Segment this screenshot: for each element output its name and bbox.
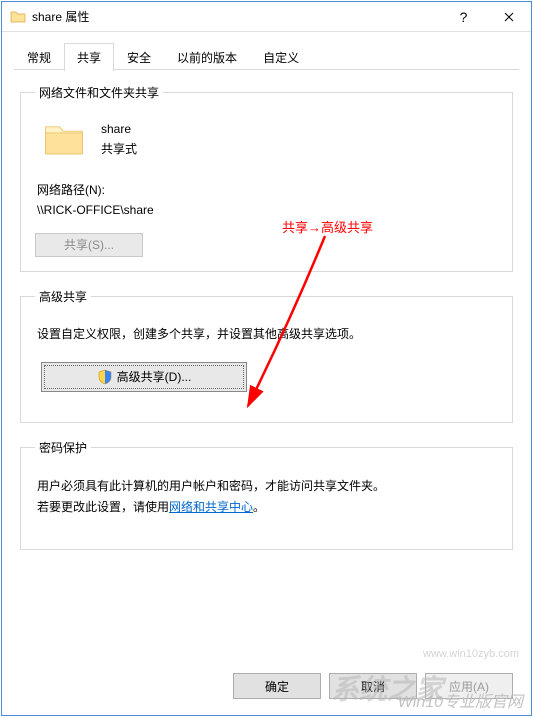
annotation-text: 共享→高级共享 [282,217,373,236]
titlebar: share 属性 ? [2,2,531,32]
close-button[interactable] [486,2,531,32]
advanced-sharing-group: 高级共享 设置自定义权限，创建多个共享，并设置其他高级共享选项。 高级共享(D)… [20,288,513,423]
share-state: 共享式 [101,139,137,159]
share-button[interactable]: 共享(S)... [35,233,143,257]
folder-large-icon [43,121,85,157]
dialog-footer: 确定 取消 应用(A) [2,661,531,715]
tab-security[interactable]: 安全 [114,43,164,71]
advanced-sharing-legend: 高级共享 [35,288,91,305]
ok-button[interactable]: 确定 [233,673,321,699]
password-protection-legend: 密码保护 [35,439,91,456]
help-button[interactable]: ? [441,2,486,32]
tab-bar: 常规 共享 安全 以前的版本 自定义 [2,32,531,70]
advanced-sharing-button[interactable]: 高级共享(D)... [41,362,247,392]
network-sharing-group: 网络文件和文件夹共享 share 共享式 网络路径(N): \\RICK-OFF… [20,84,513,272]
tab-general[interactable]: 常规 [14,43,64,71]
advanced-sharing-desc: 设置自定义权限，创建多个共享，并设置其他高级共享选项。 [37,325,496,344]
network-path-label: 网络路径(N): [37,180,498,200]
advanced-sharing-button-label: 高级共享(D)... [117,368,192,385]
apply-button[interactable]: 应用(A) [425,673,513,699]
tab-previous-versions[interactable]: 以前的版本 [164,43,250,71]
password-protection-group: 密码保护 用户必须具有此计算机的用户帐户和密码，才能访问共享文件夹。 若要更改此… [20,439,513,550]
network-path-value: \\RICK-OFFICE\share [37,200,498,220]
watermark-url-small: www.win10zyb.com [423,648,519,660]
tab-content: 网络文件和文件夹共享 share 共享式 网络路径(N): \\RICK-OFF… [2,70,531,661]
tab-share[interactable]: 共享 [64,43,114,71]
password-desc-line1: 用户必须具有此计算机的用户帐户和密码，才能访问共享文件夹。 [37,476,496,498]
network-sharing-legend: 网络文件和文件夹共享 [35,84,163,101]
share-name: share [101,119,137,139]
shield-icon [97,369,113,385]
network-center-link[interactable]: 网络和共享中心 [169,500,253,514]
cancel-button[interactable]: 取消 [329,673,417,699]
folder-icon [10,9,26,25]
tab-custom[interactable]: 自定义 [250,43,312,71]
password-desc-line2: 若要更改此设置，请使用网络和共享中心。 [37,497,496,519]
window-title: share 属性 [32,8,441,25]
